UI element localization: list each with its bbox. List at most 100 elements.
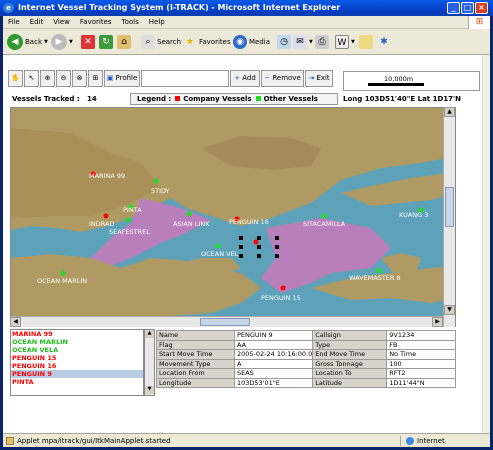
list-item[interactable]: PINTA <box>11 378 143 386</box>
zoom-area-icon: ⊗ <box>76 74 83 82</box>
map-vertical-scrollbar[interactable]: ▲ ▼ <box>443 107 455 327</box>
map-label: PENGUIN 15 <box>261 294 301 302</box>
extent-icon: ⊞ <box>92 74 99 82</box>
history-button[interactable]: ◷ <box>277 33 291 51</box>
print-icon: ⎙ <box>315 35 329 49</box>
pan-tool-button[interactable]: ✋ <box>8 70 23 87</box>
close-button[interactable]: × <box>475 2 488 14</box>
map-label: WAVEMASTER 8 <box>349 274 401 282</box>
other-vessel-marker[interactable] <box>376 268 382 274</box>
mail-button[interactable]: ✉ ▼ <box>293 33 313 51</box>
other-vessel-marker[interactable] <box>215 243 221 249</box>
other-vessel-marker[interactable] <box>153 178 159 184</box>
edit-icon: W <box>335 35 349 49</box>
applet-icon <box>6 437 14 445</box>
other-vessel-marker[interactable] <box>125 217 131 223</box>
map-horizontal-scrollbar[interactable]: ◀ ▶ <box>10 316 443 327</box>
status-text: Applet mpa/itrack/gui/ItkMainApplet star… <box>17 437 171 445</box>
list-item[interactable]: PENGUIN 16 <box>11 362 143 370</box>
search-icon: ⌕ <box>141 35 155 49</box>
scroll-left-icon[interactable]: ◀ <box>10 317 21 327</box>
zoom-out-button[interactable]: ⊖ <box>56 70 71 87</box>
other-vessel-marker[interactable] <box>60 270 66 276</box>
pointer-icon: ↖ <box>28 74 35 82</box>
window-title: Internet Vessel Tracking System (I-TRACK… <box>18 3 341 12</box>
profile-button[interactable]: ▣ Profile <box>104 70 140 87</box>
ie-logo-icon: e <box>3 3 14 13</box>
media-button[interactable]: ◉ Media <box>233 33 270 51</box>
table-row: Location From SEAS Location To RFT2 <box>156 368 456 379</box>
full-extent-button[interactable]: ⊞ <box>88 70 103 87</box>
map-label: PINTA <box>123 206 142 214</box>
list-scrollbar[interactable]: ▲ ▼ <box>144 329 155 396</box>
zoom-out-icon: ⊖ <box>60 74 67 82</box>
discuss-button[interactable] <box>359 33 373 51</box>
vessel-input[interactable] <box>141 70 229 87</box>
zoom-area-button[interactable]: ⊗ <box>72 70 87 87</box>
forward-button[interactable]: ▶ ▼ <box>51 33 73 51</box>
zoom-in-button[interactable]: ⊕ <box>40 70 55 87</box>
status-divider <box>400 436 401 446</box>
menu-view[interactable]: View <box>48 16 75 29</box>
scroll-up-icon[interactable]: ▲ <box>145 330 154 338</box>
add-button[interactable]: + Add <box>230 70 260 87</box>
remove-button[interactable]: − Remove <box>261 70 304 87</box>
map-label: ASIAN LINK <box>173 220 210 228</box>
map-hscroll-thumb[interactable] <box>200 318 250 326</box>
company-vessel-marker[interactable] <box>103 213 109 219</box>
exit-button[interactable]: ⇥ Exit <box>305 70 333 87</box>
other-vessel-marker-icon <box>255 96 261 101</box>
map-label: MARINA 99 <box>89 172 125 180</box>
scroll-down-icon[interactable]: ▼ <box>145 386 154 394</box>
legend: Legend : Company Vessels Other Vessels <box>130 93 338 105</box>
edit-button[interactable]: W ▼ <box>335 33 355 51</box>
history-icon: ◷ <box>277 35 291 49</box>
scroll-down-icon[interactable]: ▼ <box>444 305 455 315</box>
other-vessel-marker[interactable] <box>186 211 192 217</box>
stop-button[interactable]: ✕ <box>81 33 95 51</box>
home-button[interactable]: ⌂ <box>117 33 131 51</box>
maximize-button[interactable]: □ <box>461 2 474 14</box>
back-button[interactable]: ◀ Back ▼ <box>7 33 48 51</box>
map-vscroll-thumb[interactable] <box>445 187 454 227</box>
minimize-button[interactable]: _ <box>447 2 460 14</box>
favorites-button[interactable]: ★ Favorites <box>183 33 231 51</box>
map-canvas[interactable]: MARINA 99 PINTA STIDY INDRAD SEAFESTREL … <box>11 108 456 327</box>
globe-icon <box>406 437 414 445</box>
scroll-right-icon[interactable]: ▶ <box>432 317 443 327</box>
page-scrollbar[interactable] <box>482 55 490 433</box>
selected-vessel-marker[interactable] <box>253 239 259 245</box>
print-button[interactable]: ⎙ <box>315 33 329 51</box>
list-item[interactable]: PENGUIN 15 <box>11 354 143 362</box>
scale-label: 10,000m <box>384 75 414 83</box>
menu-tools[interactable]: Tools <box>117 16 144 29</box>
list-item[interactable]: MARINA 99 <box>11 330 143 338</box>
window-title-bar: e Internet Vessel Tracking System (I-TRA… <box>0 0 493 16</box>
select-tool-button[interactable]: ↖ <box>24 70 39 87</box>
refresh-icon: ↻ <box>99 35 113 49</box>
menu-file[interactable]: File <box>3 16 25 29</box>
map-label: OCEAN MARLIN <box>37 277 87 285</box>
search-button[interactable]: ⌕ Search <box>141 33 181 51</box>
list-item[interactable]: OCEAN MARLIN <box>11 338 143 346</box>
menu-favorites[interactable]: Favorites <box>75 16 117 29</box>
exit-icon: ⇥ <box>308 74 315 82</box>
table-row: Name PENGUIN 9 Callsign 9V1234 <box>156 330 456 341</box>
map-view[interactable]: MARINA 99 PINTA STIDY INDRAD SEAFESTREL … <box>10 107 456 327</box>
refresh-button[interactable]: ↻ <box>99 33 113 51</box>
menu-edit[interactable]: Edit <box>25 16 49 29</box>
chevron-down-icon: ▼ <box>309 39 313 45</box>
mail-icon: ✉ <box>293 35 307 49</box>
company-vessel-marker[interactable] <box>280 285 286 291</box>
other-vessel-marker[interactable] <box>321 213 327 219</box>
vessel-list[interactable]: MARINA 99 OCEAN MARLIN OCEAN VELA PENGUI… <box>10 329 144 396</box>
messenger-button[interactable]: ✱ <box>377 33 391 51</box>
list-item[interactable]: OCEAN VELA <box>11 346 143 354</box>
vessels-tracked: Vessels Tracked : 14 <box>12 95 97 103</box>
list-item-selected[interactable]: PENGUIN 9 <box>11 370 143 378</box>
menu-help[interactable]: Help <box>144 16 170 29</box>
table-row: Movement Type A Gross Tonnage 100 <box>156 358 456 369</box>
chevron-down-icon: ▼ <box>44 39 48 45</box>
scroll-up-icon[interactable]: ▲ <box>444 107 455 117</box>
map-label: OCEAN VEL <box>201 250 239 258</box>
